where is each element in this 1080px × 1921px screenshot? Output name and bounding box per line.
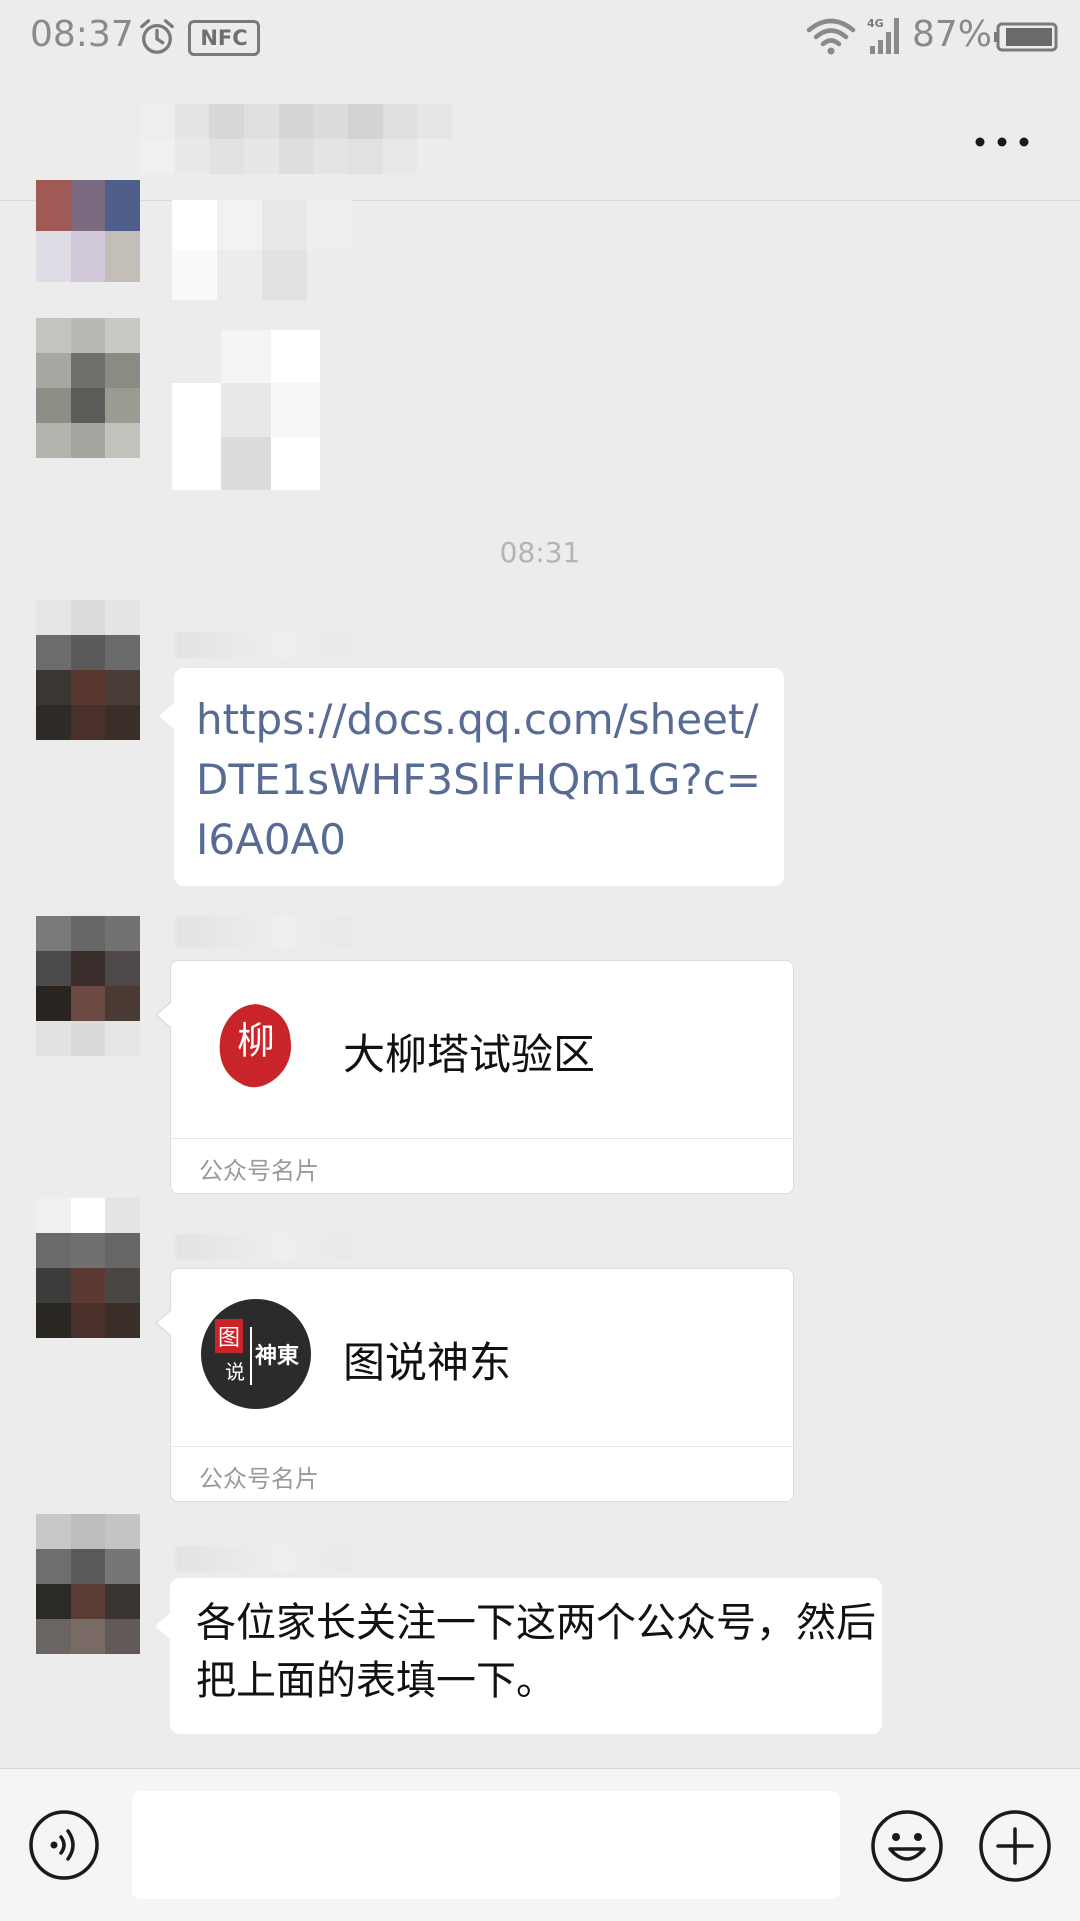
account-name: 图说神东 [343,1338,512,1387]
wifi-icon [806,18,856,55]
account-logo-icon: 图 说 神東 [201,1299,311,1409]
svg-text:神東: 神東 [255,1343,299,1369]
avatar[interactable] [36,600,140,740]
chat-header [0,74,1080,201]
official-account-card[interactable]: 图 说 神東 图说神东 公众号名片 [155,1268,794,1502]
message-bubble-redacted [172,200,352,300]
account-logo-icon: 柳 [219,1004,292,1088]
message-input[interactable] [132,1791,840,1899]
card-type-label: 公众号名片 [199,1465,319,1493]
text-message-content[interactable]: 各位家长关注一下这两个公众号，然后把上面的表填一下。 [196,1594,876,1710]
avatar[interactable] [36,1198,140,1338]
account-name: 大柳塔试验区 [343,1030,596,1079]
svg-text:说: 说 [225,1360,245,1384]
voice-input-icon[interactable] [28,1809,100,1881]
avatar[interactable] [36,916,140,1056]
avatar[interactable] [36,1514,140,1654]
nfc-indicator: NFC [188,20,260,56]
link-message-text[interactable]: https://docs.qq.com/sheet/DTE1sWHF3SlFHQ… [196,690,766,870]
card-type-label: 公众号名片 [199,1157,319,1185]
emoji-icon[interactable] [870,1809,944,1883]
message-bubble-redacted [172,330,320,490]
svg-text:柳: 柳 [237,1018,275,1062]
cellular-signal-icon: 4G [867,17,899,54]
status-time: 08:37 [30,14,134,55]
sender-name-redacted [176,632,352,658]
svg-text:图: 图 [218,1326,240,1351]
more-dots-icon[interactable] [972,128,1032,156]
chat-title-redacted[interactable] [30,104,452,178]
chat-timestamp: 08:31 [499,536,581,569]
input-bar [0,1768,1080,1921]
plus-circle-icon[interactable] [978,1809,1052,1883]
avatar[interactable] [36,180,140,282]
card-divider [171,1138,793,1139]
network-type-label: 4G [867,17,884,30]
battery-icon [994,22,1058,52]
sender-name-redacted [176,1234,352,1260]
sender-name-redacted [176,916,352,948]
alarm-clock-icon [140,19,174,54]
sender-name-redacted [176,1546,352,1572]
official-account-card[interactable]: 柳 大柳塔试验区 公众号名片 [155,960,794,1194]
card-divider [171,1446,793,1447]
avatar[interactable] [36,318,140,458]
status-bar: 08:37 NFC 4G 87% [0,0,1080,74]
battery-percentage: 87% [912,14,993,55]
